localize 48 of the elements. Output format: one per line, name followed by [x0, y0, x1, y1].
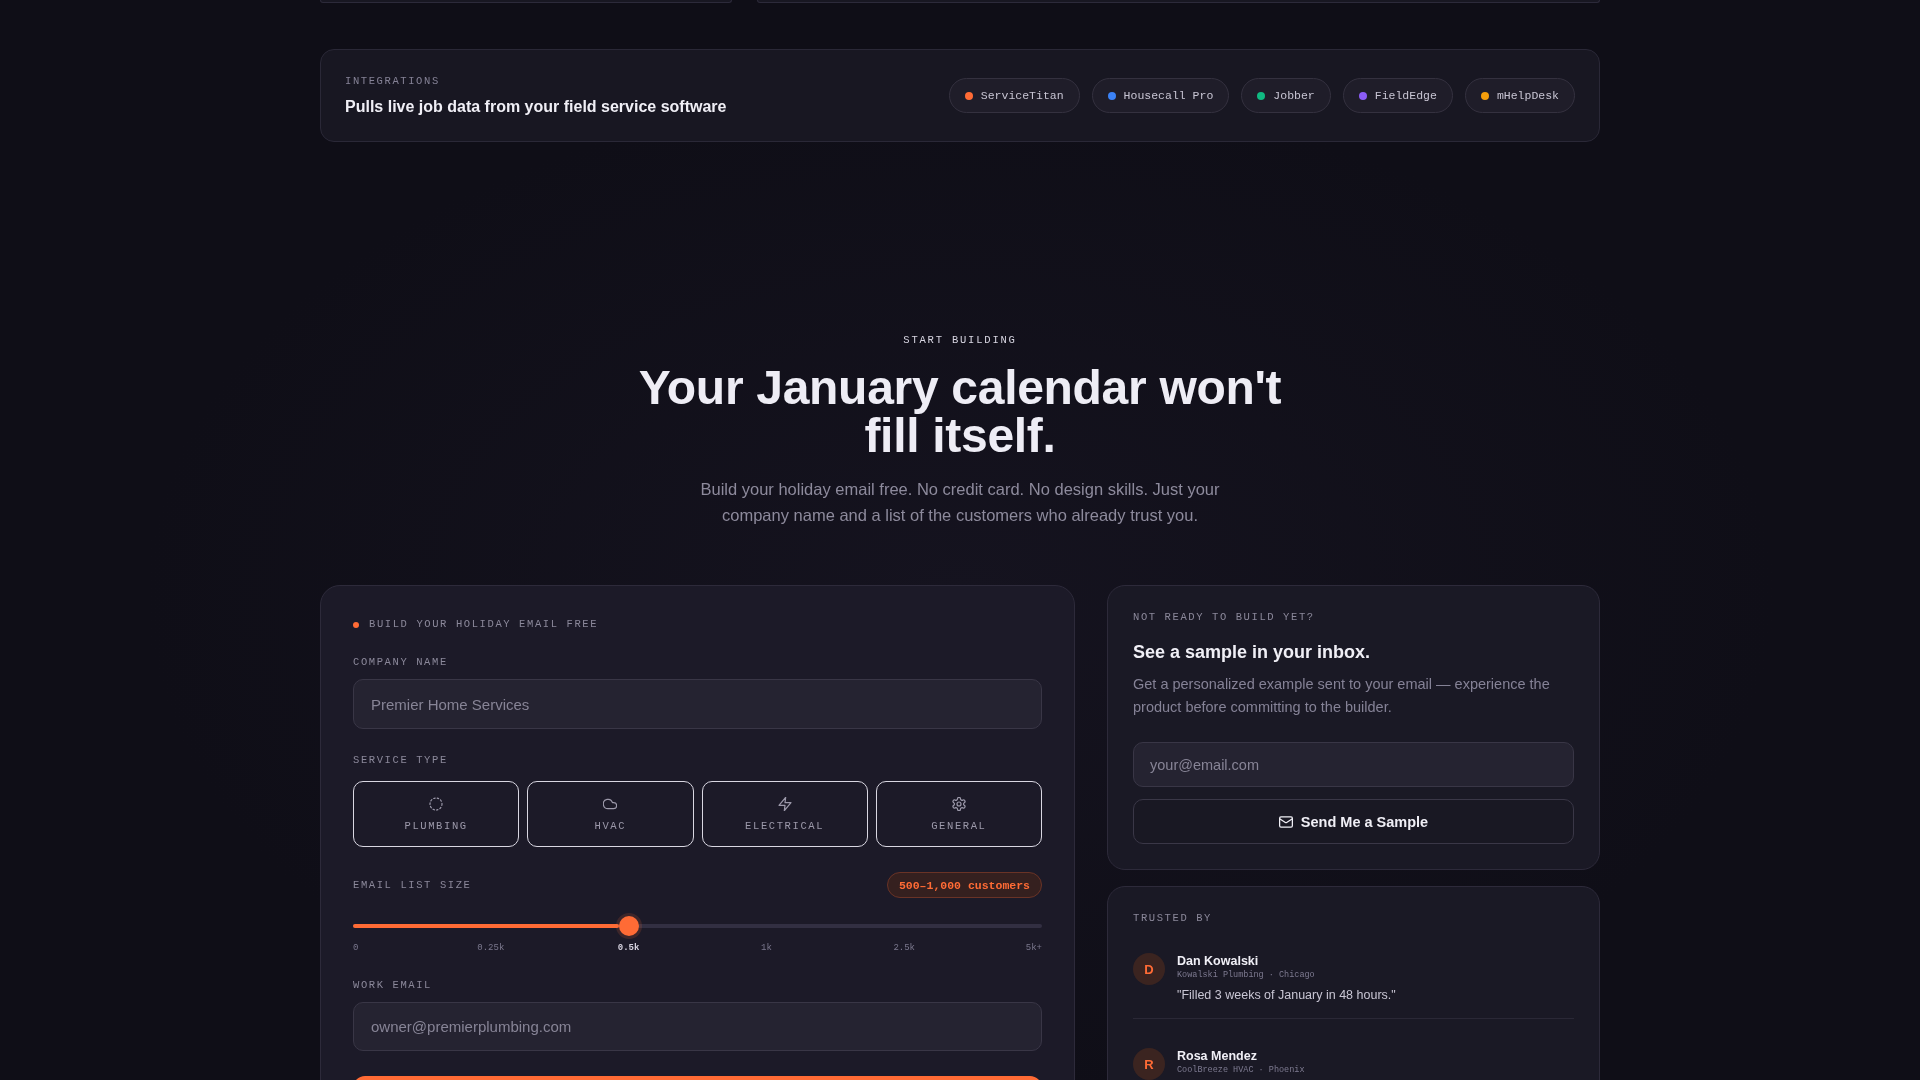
- section-eyebrow: NOT READY TO BUILD YET?: [1133, 611, 1316, 624]
- service-type-button[interactable]: PLUMBING: [353, 781, 520, 847]
- field-label: EMAIL LIST SIZE: [353, 878, 472, 892]
- field-label: SERVICE TYPE: [353, 754, 449, 767]
- slider-thumb[interactable]: [618, 916, 639, 936]
- section-eyebrow: START BUILDING: [902, 333, 1018, 347]
- builder-eyebrow: BUILD YOUR HOLIDAY EMAIL FREE: [369, 618, 599, 631]
- service-type-button[interactable]: ELECTRICAL: [701, 781, 868, 847]
- send-sample-button[interactable]: Send Me a Sample: [1133, 799, 1574, 844]
- work-email-input[interactable]: owner@premierplumbing.com: [353, 1002, 1042, 1051]
- section-label: INTEGRATIONS: [345, 73, 441, 88]
- dashed-circle-icon: [429, 796, 444, 811]
- mail-icon: [1278, 814, 1293, 829]
- slider-tick-label: 0.25k: [477, 942, 505, 954]
- slider-tick-label: 1k: [761, 942, 772, 954]
- avatar: D: [1133, 953, 1165, 985]
- hero-subtitle: Build your holiday email free. No credit card. No design skills. Just your company name and a list of the customers who already trust you.: [700, 479, 1220, 526]
- avatar: R: [1133, 1048, 1165, 1080]
- customer-company: Kowalski Plumbing · Chicago: [1177, 969, 1316, 981]
- customer-name: Dan Kowalski: [1177, 953, 1260, 969]
- integration-name: mHelpDesk: [1496, 89, 1559, 102]
- settings-icon: [951, 796, 966, 811]
- email-input[interactable]: your@email.com: [1133, 742, 1574, 787]
- lightning-bolt-icon: [777, 796, 792, 811]
- integrations-title: Pulls live job data from your field service software: [345, 96, 727, 117]
- service-type-button[interactable]: GENERAL: [875, 781, 1042, 847]
- integration-name: FieldEdge: [1374, 89, 1437, 102]
- sample-description: Get a personalized example sent to your email — experience the product before committing to the builder.: [1133, 675, 1551, 717]
- testimonial-quote: "Filled 3 weeks of January in 48 hours.": [1177, 987, 1396, 1004]
- slider-tick-label: 0: [353, 942, 359, 954]
- customer-name: Rosa Mendez: [1177, 1048, 1258, 1064]
- company-name-input[interactable]: Premier Home Services: [353, 679, 1042, 729]
- section-eyebrow: TRUSTED BY: [1133, 912, 1213, 925]
- integration-name: Jobber: [1273, 89, 1315, 102]
- field-label: COMPANY NAME: [353, 656, 449, 669]
- service-type-button[interactable]: HVAC: [527, 781, 694, 847]
- integration-name: Housecall Pro: [1123, 89, 1214, 102]
- slider-tick-label: 5k+: [1025, 942, 1042, 954]
- customer-company: CoolBreeze HVAC · Phoenix: [1177, 1064, 1305, 1076]
- field-label: WORK EMAIL: [353, 979, 433, 992]
- sample-title: See a sample in your inbox.: [1133, 641, 1372, 663]
- list-size-reading: 500–1,000 customers: [886, 872, 1042, 898]
- hero-heading: Your January calendar won't fill itself.: [637, 364, 1283, 460]
- status-dot-icon: [353, 621, 359, 628]
- slider-tick-label: 2.5k: [893, 942, 915, 954]
- integration-name: ServiceTitan: [980, 89, 1064, 102]
- slider-tick-label: 0.5k: [617, 942, 640, 954]
- cloud-icon: [603, 796, 618, 811]
